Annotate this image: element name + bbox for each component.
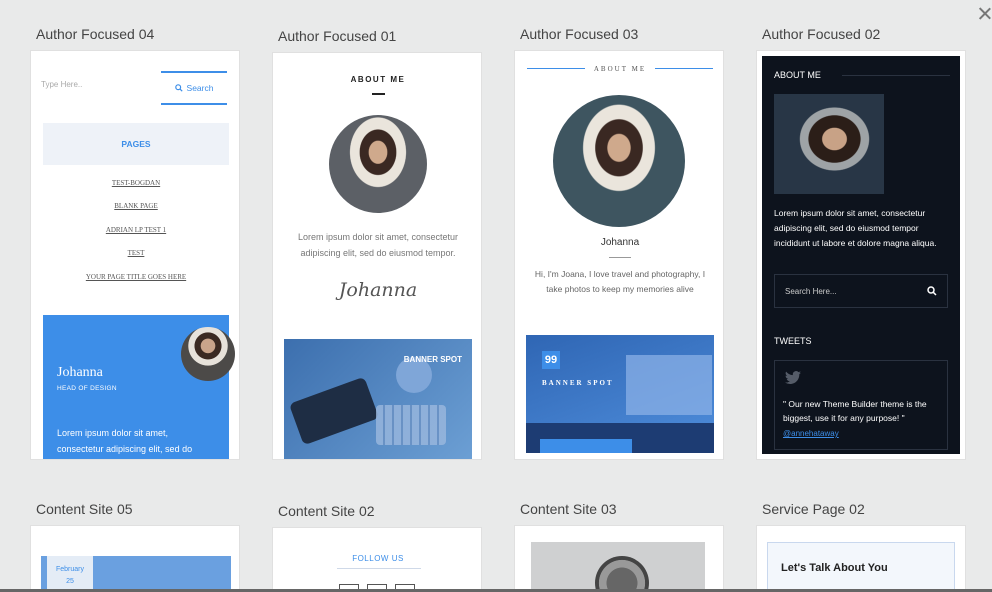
template-preview[interactable] [514, 525, 724, 592]
about-text: Lorem ipsum dolor sit amet, consectetur … [297, 232, 459, 258]
about-heading: ABOUT ME [593, 65, 647, 73]
author-name: Johanna [600, 237, 640, 248]
date-day: 25 [66, 578, 74, 585]
author-role: HEAD OF DESIGN [57, 385, 117, 392]
avatar [181, 327, 235, 381]
template-preview[interactable]: ABOUT ME Lorem ipsum dolor sit amet, con… [756, 50, 966, 460]
template-preview[interactable]: ABOUT ME Lorem ipsum dolor sit amet, con… [272, 52, 482, 460]
keyboard-shape [376, 405, 446, 445]
section-heading: Let's Talk About You [781, 562, 888, 574]
about-text: Lorem ipsum dolor sit amet, consectetur … [774, 208, 937, 248]
search-icon [174, 84, 183, 92]
divider [609, 257, 631, 258]
tweets-heading: TWEETS [774, 336, 812, 346]
template-preview[interactable]: February 25 [30, 525, 240, 592]
template-preview[interactable]: ABOUT ME Johanna Hi, I'm Joana, I love t… [514, 50, 724, 460]
author-text: Lorem ipsum dolor sit amet, consectetur … [57, 428, 193, 454]
page-link: TEST-BOGDAN [111, 179, 161, 187]
page-link: TEST [127, 249, 145, 257]
template-preview[interactable]: Let's Talk About You [756, 525, 966, 592]
pages-heading: PAGES [43, 123, 229, 165]
template-preview[interactable]: Type Here.. Search PAGES TEST-BOGDAN BLA… [30, 50, 240, 460]
search-placeholder: Search Here... [785, 286, 837, 296]
search-button-label: Search [186, 83, 214, 93]
template-label: Author Focused 02 [762, 26, 881, 42]
page-link: ADRIAN LP TEST 1 [105, 226, 167, 234]
template-label: Author Focused 04 [36, 26, 155, 42]
monitor-shape [626, 355, 712, 415]
author-photo [329, 115, 427, 213]
template-label: Content Site 02 [278, 503, 375, 519]
template-preview[interactable]: FOLLOW US [272, 527, 482, 592]
tweet-author-link: @annehataway [783, 429, 839, 438]
template-label: Author Focused 01 [278, 28, 397, 44]
template-label: Content Site 05 [36, 501, 133, 517]
template-label: Author Focused 03 [520, 26, 639, 42]
banner-bar [540, 439, 632, 453]
divider [372, 93, 385, 95]
author-photo [774, 94, 884, 194]
author-photo [553, 95, 685, 227]
tweet-text: " Our new Theme Builder theme is the big… [783, 399, 927, 423]
quote-icon: 99 [542, 351, 560, 369]
page-link: BLANK PAGE [114, 202, 158, 210]
banner-text: BANNER SPOT [403, 355, 462, 364]
twitter-icon [785, 371, 801, 384]
search-button: Search [161, 71, 227, 105]
banner-text: BANNER SPOT [542, 379, 614, 387]
author-name: Johanna [57, 365, 103, 380]
search-widget: Type Here.. Search [41, 71, 229, 105]
about-heading: ABOUT ME [774, 70, 821, 80]
dark-sidebar: ABOUT ME Lorem ipsum dolor sit amet, con… [762, 56, 960, 454]
template-label: Content Site 03 [520, 501, 617, 517]
banner-image: 99 BANNER SPOT [526, 335, 714, 453]
author-bio: Hi, I'm Joana, I love travel and photogr… [534, 269, 706, 294]
phone-shape [288, 376, 380, 446]
banner-image: BANNER SPOT [284, 339, 472, 459]
divider [842, 75, 950, 76]
search-box: Search Here... [774, 274, 948, 308]
divider [337, 568, 421, 569]
about-heading: ABOUT ME [350, 75, 406, 84]
template-label: Service Page 02 [762, 501, 865, 517]
page-link: YOUR PAGE TITLE GOES HERE [85, 273, 187, 281]
close-icon[interactable] [974, 4, 992, 26]
tweet-box: " Our new Theme Builder theme is the big… [774, 360, 948, 450]
date-badge: February 25 [47, 556, 93, 592]
divider [655, 68, 713, 69]
search-placeholder: Type Here.. [41, 80, 83, 89]
signature: Johanna [338, 279, 418, 301]
follow-heading: FOLLOW US [352, 554, 404, 563]
search-icon [927, 286, 937, 296]
date-month: February [55, 566, 84, 573]
